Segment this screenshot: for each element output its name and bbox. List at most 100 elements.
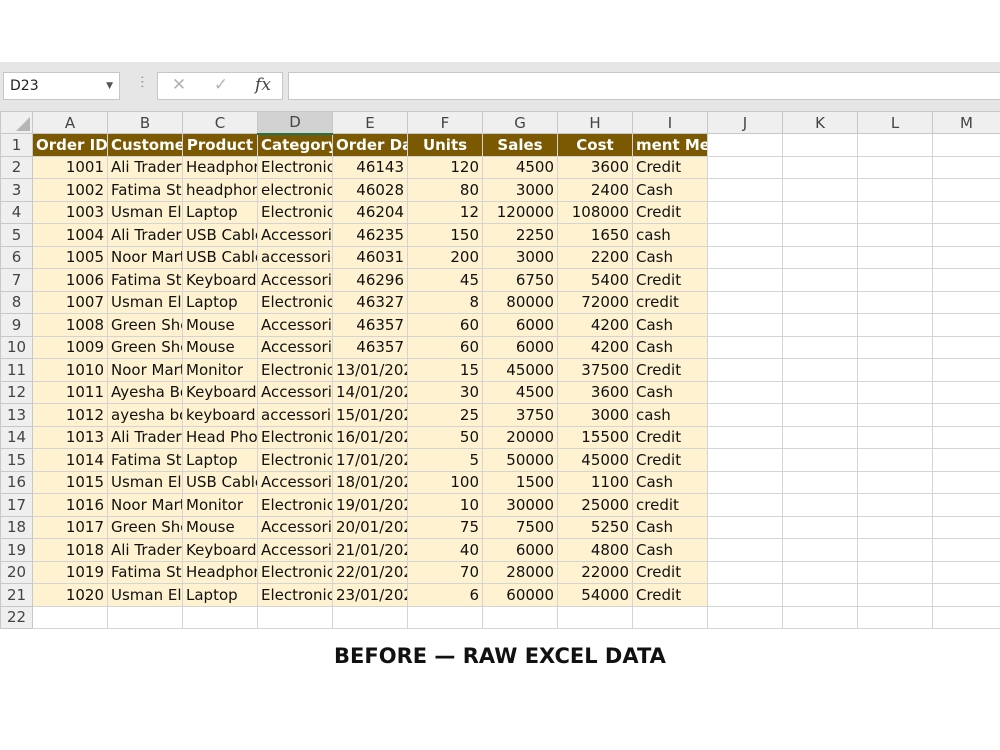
data-cell[interactable]: 4800 [557, 538, 633, 562]
data-cell[interactable]: 21/01/202 [332, 538, 408, 562]
empty-cell[interactable] [932, 605, 1000, 629]
data-cell[interactable]: 4200 [557, 335, 633, 359]
empty-cell[interactable] [782, 200, 858, 224]
empty-cell[interactable] [782, 448, 858, 472]
empty-cell[interactable] [932, 515, 1000, 539]
empty-cell[interactable] [182, 605, 258, 629]
data-cell[interactable]: Monitor [182, 493, 258, 517]
empty-cell[interactable] [782, 358, 858, 382]
data-cell[interactable]: Accessorie [257, 335, 333, 359]
column-header-a[interactable]: A [32, 111, 108, 134]
data-cell[interactable]: 3000 [557, 403, 633, 427]
data-cell[interactable]: 28000 [482, 560, 558, 584]
data-cell[interactable]: 1008 [32, 313, 108, 337]
data-cell[interactable]: 4500 [482, 155, 558, 179]
data-cell[interactable]: 6000 [482, 313, 558, 337]
empty-cell[interactable] [932, 403, 1000, 427]
data-cell[interactable]: Usman Ele [107, 583, 183, 607]
data-cell[interactable]: 46327 [332, 290, 408, 314]
empty-cell[interactable] [857, 583, 933, 607]
data-cell[interactable]: 20/01/202 [332, 515, 408, 539]
data-cell[interactable]: Fatima Sto [107, 268, 183, 292]
header-cell[interactable]: Order Date [332, 133, 408, 157]
data-cell[interactable]: 1001 [32, 155, 108, 179]
data-cell[interactable]: Cash [632, 178, 708, 202]
data-cell[interactable]: Electronics [257, 583, 333, 607]
header-cell[interactable]: Sales [482, 133, 558, 157]
data-cell[interactable]: Ali Traders [107, 425, 183, 449]
empty-cell[interactable] [707, 313, 783, 337]
data-cell[interactable]: Laptop [182, 290, 258, 314]
row-header[interactable]: 11 [0, 358, 33, 382]
header-cell[interactable]: Product [182, 133, 258, 157]
chevron-down-icon[interactable]: ▼ [106, 73, 113, 99]
data-cell[interactable]: Headphor [182, 155, 258, 179]
empty-cell[interactable] [857, 133, 933, 157]
data-cell[interactable]: 54000 [557, 583, 633, 607]
empty-cell[interactable] [857, 358, 933, 382]
data-cell[interactable]: 1020 [32, 583, 108, 607]
header-cell[interactable]: Order ID [32, 133, 108, 157]
row-header[interactable]: 8 [0, 290, 33, 314]
column-header-c[interactable]: C [182, 111, 258, 134]
data-cell[interactable]: Cash [632, 335, 708, 359]
data-cell[interactable]: 7500 [482, 515, 558, 539]
data-cell[interactable]: Laptop [182, 583, 258, 607]
empty-cell[interactable] [707, 470, 783, 494]
empty-cell[interactable] [857, 268, 933, 292]
data-cell[interactable]: headphon [182, 178, 258, 202]
data-cell[interactable]: 1006 [32, 268, 108, 292]
data-cell[interactable]: 4500 [482, 380, 558, 404]
data-cell[interactable]: 1016 [32, 493, 108, 517]
header-cell[interactable]: Customer [107, 133, 183, 157]
data-cell[interactable]: 23/01/202 [332, 583, 408, 607]
data-cell[interactable]: Cash [632, 313, 708, 337]
header-cell[interactable]: Cost [557, 133, 633, 157]
data-cell[interactable]: 4200 [557, 313, 633, 337]
empty-cell[interactable] [932, 560, 1000, 584]
data-cell[interactable]: Ali Traders [107, 155, 183, 179]
empty-cell[interactable] [857, 313, 933, 337]
data-cell[interactable]: 1003 [32, 200, 108, 224]
empty-cell[interactable] [707, 155, 783, 179]
data-cell[interactable]: Credit [632, 200, 708, 224]
data-cell[interactable]: 22000 [557, 560, 633, 584]
column-header-m[interactable]: M [932, 111, 1000, 134]
data-cell[interactable]: Accessorie [257, 313, 333, 337]
insert-function-icon[interactable]: fx [248, 75, 278, 95]
data-cell[interactable]: cash [632, 403, 708, 427]
data-cell[interactable]: Mouse [182, 335, 258, 359]
empty-cell[interactable] [782, 133, 858, 157]
data-cell[interactable]: 150 [407, 223, 483, 247]
data-cell[interactable]: 80000 [482, 290, 558, 314]
data-cell[interactable]: Fatima Sto [107, 560, 183, 584]
empty-cell[interactable] [782, 223, 858, 247]
data-cell[interactable]: 100 [407, 470, 483, 494]
row-header[interactable]: 1 [0, 133, 33, 157]
data-cell[interactable]: Credit [632, 268, 708, 292]
empty-cell[interactable] [782, 403, 858, 427]
column-header-h[interactable]: H [557, 111, 633, 134]
empty-cell[interactable] [782, 268, 858, 292]
column-header-f[interactable]: F [407, 111, 483, 134]
data-cell[interactable]: Electronics [257, 155, 333, 179]
data-cell[interactable]: Accessorie [257, 223, 333, 247]
row-header[interactable]: 20 [0, 560, 33, 584]
column-header-i[interactable]: I [632, 111, 708, 134]
row-header[interactable]: 12 [0, 380, 33, 404]
row-header[interactable]: 2 [0, 155, 33, 179]
data-cell[interactable]: 13/01/202 [332, 358, 408, 382]
data-cell[interactable]: 120 [407, 155, 483, 179]
empty-cell[interactable] [707, 583, 783, 607]
formula-input[interactable] [288, 72, 1000, 100]
data-cell[interactable]: 1014 [32, 448, 108, 472]
data-cell[interactable]: 3600 [557, 380, 633, 404]
data-cell[interactable]: Laptop [182, 448, 258, 472]
empty-cell[interactable] [707, 493, 783, 517]
empty-cell[interactable] [857, 560, 933, 584]
row-header[interactable]: 9 [0, 313, 33, 337]
column-header-e[interactable]: E [332, 111, 408, 134]
data-cell[interactable]: USB Cable [182, 223, 258, 247]
empty-cell[interactable] [707, 560, 783, 584]
empty-cell[interactable] [782, 515, 858, 539]
